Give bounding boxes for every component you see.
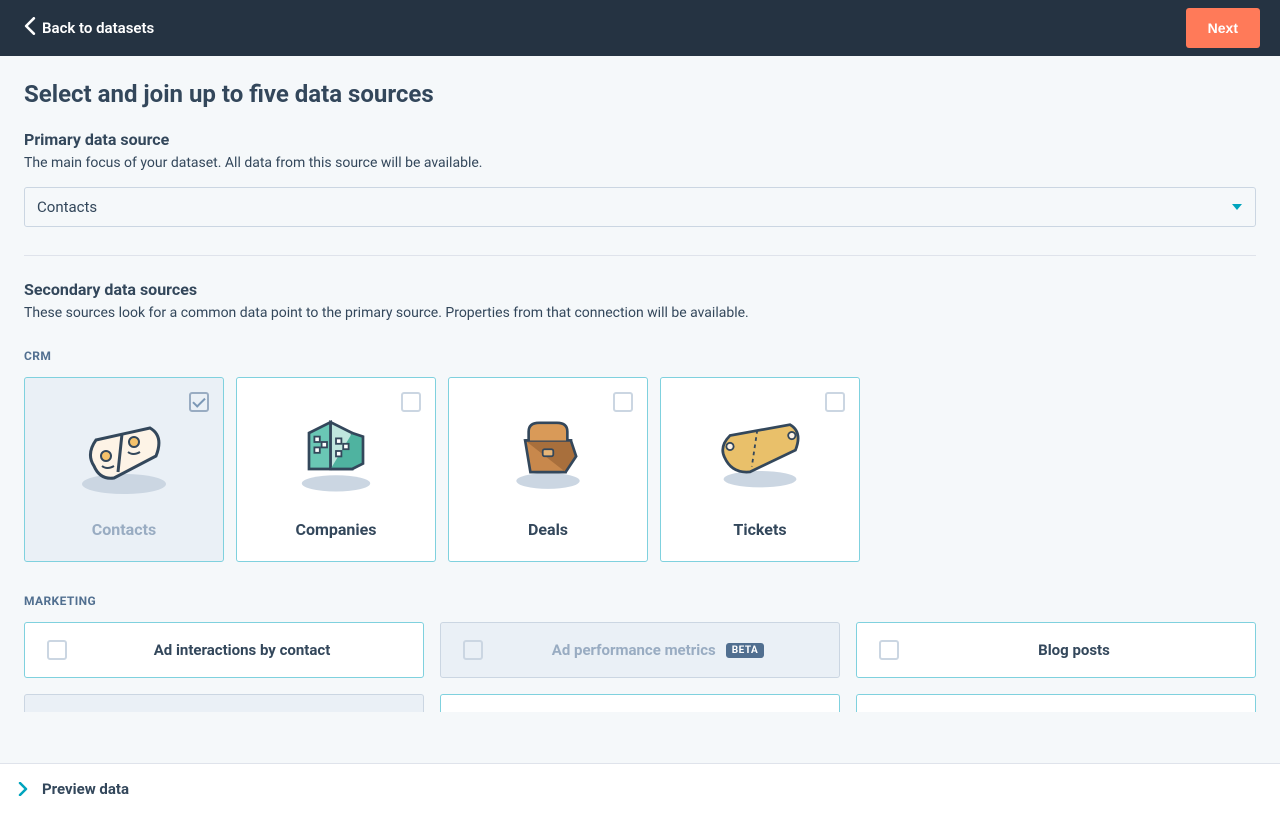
source-card-ad-performance: Ad performance metrics BETA: [440, 622, 840, 678]
source-card-companies[interactable]: Companies: [236, 377, 436, 562]
preview-data-label: Preview data: [42, 780, 129, 798]
preview-data-bar[interactable]: Preview data: [0, 763, 1280, 813]
checkbox-icon: [47, 640, 67, 660]
marketing-card-row: Ad interactions by contact Ad performanc…: [24, 622, 1256, 678]
checkbox-icon: [463, 640, 483, 660]
source-card-ad-interactions[interactable]: Ad interactions by contact: [24, 622, 424, 678]
source-card-stub: [24, 694, 424, 712]
deals-illustration-icon: [498, 406, 598, 496]
checkbox-checked-icon: [189, 392, 209, 412]
checkbox-icon: [401, 392, 421, 412]
section-divider: [24, 255, 1256, 256]
checkbox-icon: [825, 392, 845, 412]
source-card-label: Tickets: [733, 520, 786, 539]
crm-category-label: CRM: [24, 349, 1256, 363]
primary-source-select-value: Contacts: [24, 187, 1256, 227]
page-title: Select and join up to five data sources: [24, 80, 1256, 108]
marketing-category-label: MARKETING: [24, 594, 1256, 608]
source-card-tickets[interactable]: Tickets: [660, 377, 860, 562]
next-button[interactable]: Next: [1186, 8, 1260, 48]
main-content: Select and join up to five data sources …: [0, 56, 1280, 763]
secondary-source-description: These sources look for a common data poi…: [24, 305, 1256, 321]
source-card-deals[interactable]: Deals: [448, 377, 648, 562]
marketing-card-row-2: [24, 694, 1256, 712]
header-bar: Back to datasets Next: [0, 0, 1280, 56]
source-card-blog-posts[interactable]: Blog posts: [856, 622, 1256, 678]
source-card-stub[interactable]: [440, 694, 840, 712]
tickets-illustration-icon: [710, 406, 810, 496]
source-card-contacts[interactable]: Contacts: [24, 377, 224, 562]
chevron-right-icon: [14, 780, 32, 798]
companies-illustration-icon: [286, 406, 386, 496]
beta-badge: BETA: [726, 643, 765, 658]
back-link-label: Back to datasets: [42, 19, 154, 37]
source-card-label: Contacts: [92, 520, 156, 539]
contacts-illustration-icon: [74, 406, 174, 496]
primary-source-title: Primary data source: [24, 130, 1256, 149]
source-card-label: Ad interactions by contact: [154, 641, 331, 659]
source-card-label: Deals: [528, 520, 568, 539]
source-card-label: Companies: [296, 520, 377, 539]
source-card-label: Blog posts: [1038, 641, 1110, 659]
source-card-label: Ad performance metrics: [552, 641, 716, 659]
back-to-datasets-link[interactable]: Back to datasets: [24, 17, 154, 39]
checkbox-icon: [879, 640, 899, 660]
primary-source-select[interactable]: Contacts: [24, 187, 1256, 227]
secondary-source-title: Secondary data sources: [24, 280, 1256, 299]
chevron-left-icon: [24, 17, 36, 39]
chevron-down-icon: [1232, 204, 1242, 210]
checkbox-icon: [613, 392, 633, 412]
crm-card-row: Contacts Companies: [24, 377, 1256, 562]
source-card-stub[interactable]: [856, 694, 1256, 712]
primary-source-description: The main focus of your dataset. All data…: [24, 155, 1256, 171]
